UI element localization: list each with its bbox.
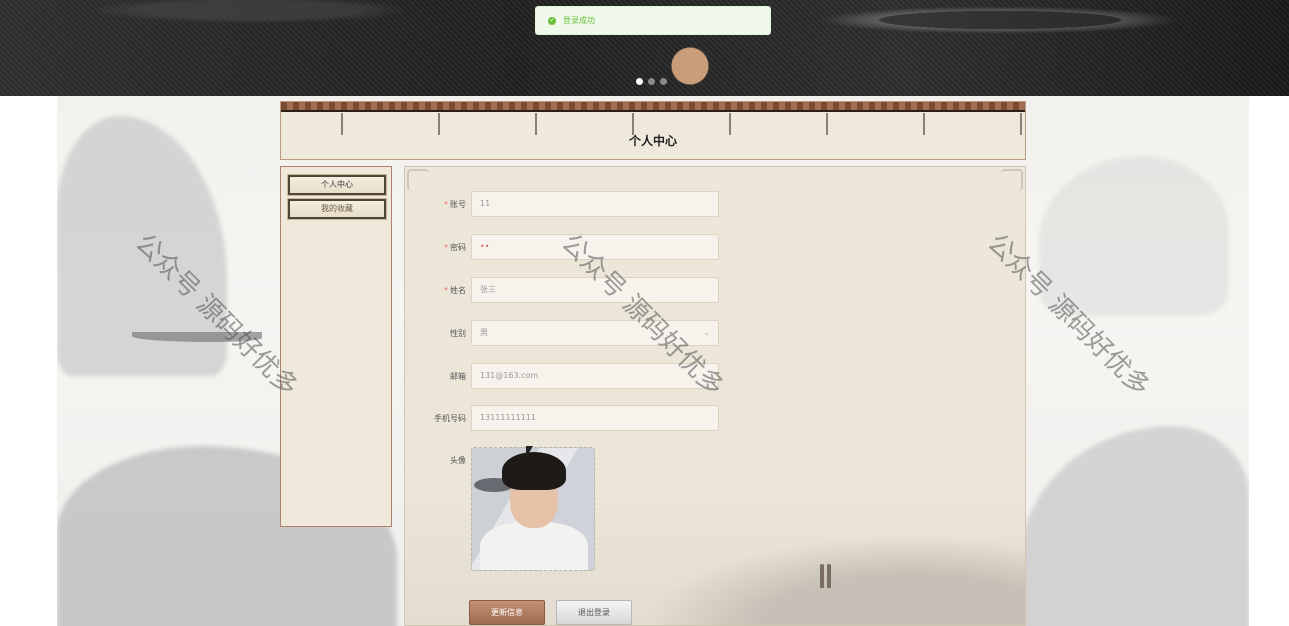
gender-row: 性别 男 ⌄: [405, 320, 719, 346]
email-label: 邮箱: [450, 371, 466, 381]
update-info-button[interactable]: 更新信息: [469, 600, 545, 625]
password-label: 密码: [450, 242, 466, 252]
carousel-dot[interactable]: [660, 78, 667, 85]
password-row: * 密码 ••: [405, 234, 719, 260]
corner-ornament: [407, 169, 429, 191]
page-header: 个人中心: [280, 101, 1026, 160]
decorative-border: [281, 102, 1025, 112]
carousel-dot[interactable]: [636, 78, 643, 85]
monk-figures-decoration: [820, 562, 832, 588]
success-check-icon: ✓: [548, 16, 556, 25]
avatar-upload[interactable]: [471, 447, 595, 571]
mouse-cursor-icon: [526, 446, 533, 458]
email-input[interactable]: 131@163.com: [471, 363, 719, 389]
password-input[interactable]: ••: [471, 234, 719, 260]
required-mark: *: [444, 285, 448, 295]
email-row: 邮箱 131@163.com: [405, 363, 719, 389]
gender-label: 性别: [450, 328, 466, 338]
account-row: * 账号 11: [405, 191, 719, 217]
gender-value: 男: [480, 328, 488, 337]
corner-ornament: [1001, 169, 1023, 191]
sidebar-item-favorites[interactable]: 我的收藏: [287, 198, 387, 220]
phone-label: 手机号码: [434, 413, 466, 423]
account-input[interactable]: 11: [471, 191, 719, 217]
profile-form-panel: * 账号 11 * 密码 •• * 姓名 张三 性别 男 ⌄ 邮箱 131@163.c…: [404, 166, 1026, 626]
account-label: 账号: [450, 199, 466, 209]
name-input[interactable]: 张三: [471, 277, 719, 303]
chevron-down-icon: ⌄: [703, 328, 710, 337]
name-row: * 姓名 张三: [405, 277, 719, 303]
toast-message: 登录成功: [563, 16, 595, 25]
avatar-row: 头像: [405, 447, 595, 571]
sidebar: 个人中心 我的收藏: [280, 166, 392, 527]
phone-input[interactable]: 13111111111: [471, 405, 719, 431]
required-mark: *: [444, 242, 448, 252]
required-mark: *: [444, 199, 448, 209]
page-title: 个人中心: [628, 134, 677, 148]
gender-select[interactable]: 男 ⌄: [471, 320, 719, 346]
sidebar-item-profile[interactable]: 个人中心: [287, 174, 387, 196]
carousel-dot[interactable]: [648, 78, 655, 85]
success-toast: ✓ 登录成功: [535, 6, 771, 35]
avatar-label: 头像: [450, 456, 466, 465]
logout-button[interactable]: 退出登录: [556, 600, 632, 625]
carousel-indicators: [636, 78, 667, 85]
phone-row: 手机号码 13111111111: [405, 405, 719, 431]
name-label: 姓名: [450, 285, 466, 295]
